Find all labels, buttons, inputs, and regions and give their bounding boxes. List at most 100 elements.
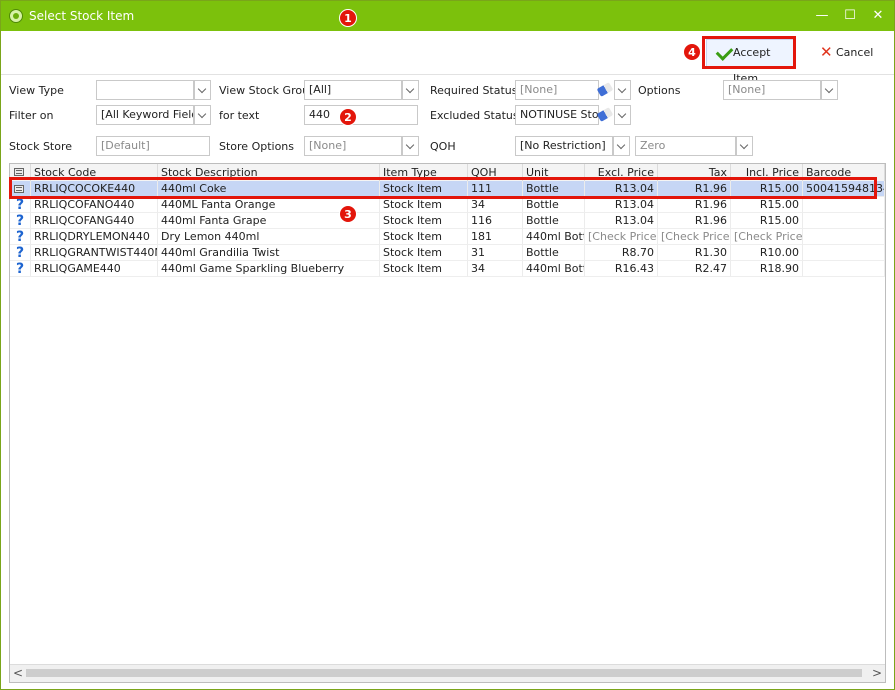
excluded-statuses-select[interactable]: NOTINUSE Stock bbox=[515, 105, 599, 125]
maximize-button[interactable]: ☐ bbox=[839, 7, 861, 25]
qoh-compare-dropdown-icon[interactable] bbox=[736, 136, 753, 156]
view-stock-group-select[interactable]: [All] bbox=[304, 80, 402, 100]
view-stock-group-dropdown-icon[interactable] bbox=[402, 80, 419, 100]
excl-price-cell: R13.04 bbox=[585, 213, 658, 229]
table-row[interactable]: ? RRLIQGRANTWIST440ML 440ml Grandilia Tw… bbox=[10, 245, 885, 261]
qoh-label: QOH bbox=[430, 140, 456, 153]
scroll-right-arrow-icon[interactable]: > bbox=[870, 667, 884, 679]
qoh-cell: 116 bbox=[468, 213, 523, 229]
stock-description-cell: 440ml Grandilia Twist bbox=[158, 245, 380, 261]
annotation-marker-4: 4 bbox=[683, 43, 701, 61]
title-bar[interactable]: Select Stock Item — ☐ ✕ bbox=[1, 1, 894, 31]
store-options-label: Store Options bbox=[219, 140, 295, 153]
required-statuses-select[interactable]: [None] bbox=[515, 80, 599, 100]
stock-store-label: Stock Store bbox=[9, 140, 73, 153]
stock-item-icon bbox=[14, 185, 24, 193]
column-header-excl-price[interactable]: Excl. Price bbox=[585, 164, 658, 181]
qoh-restriction-select[interactable]: [No Restriction] bbox=[515, 136, 613, 156]
row-icon-cell: ? bbox=[10, 245, 31, 261]
row-icon-cell: ? bbox=[10, 229, 31, 245]
filter-on-dropdown-icon[interactable] bbox=[194, 105, 211, 125]
column-header-item-type[interactable]: Item Type bbox=[380, 164, 468, 181]
view-type-label: View Type bbox=[9, 84, 64, 97]
table-row[interactable]: ? RRLIQCOFANO440 440ML Fanta Orange Stoc… bbox=[10, 197, 885, 213]
stock-description-cell: 440ml Game Sparkling Blueberry bbox=[158, 261, 380, 277]
row-icon-cell: ? bbox=[10, 213, 31, 229]
unit-cell: Bottle bbox=[523, 245, 585, 261]
stock-description-cell: 440ml Coke bbox=[158, 181, 380, 197]
qoh-restriction-dropdown-icon[interactable] bbox=[613, 136, 630, 156]
column-header-stock-description[interactable]: Stock Description bbox=[158, 164, 380, 181]
excluded-statuses-dropdown-icon[interactable] bbox=[614, 105, 631, 125]
minimize-button[interactable]: — bbox=[811, 7, 833, 25]
barcode-cell bbox=[803, 213, 885, 229]
column-header-tax[interactable]: Tax bbox=[658, 164, 731, 181]
column-header-unit[interactable]: Unit bbox=[523, 164, 585, 181]
unit-cell: 440ml Bottle bbox=[523, 229, 585, 245]
clear-excluded-statuses-icon[interactable] bbox=[596, 107, 614, 122]
check-icon bbox=[715, 43, 734, 61]
search-text-input[interactable]: 440 bbox=[304, 105, 418, 125]
table-row[interactable]: ? RRLIQCOFANG440 440ml Fanta Grape Stock… bbox=[10, 213, 885, 229]
app-logo-icon bbox=[9, 9, 23, 23]
incl-price-cell: R15.00 bbox=[731, 197, 803, 213]
item-type-cell: Stock Item bbox=[380, 213, 468, 229]
barcode-cell bbox=[803, 245, 885, 261]
qoh-compare-select[interactable]: Zero bbox=[635, 136, 736, 156]
question-icon: ? bbox=[15, 213, 25, 229]
qoh-cell: 181 bbox=[468, 229, 523, 245]
horizontal-scrollbar[interactable]: < > bbox=[10, 664, 885, 682]
view-type-select[interactable] bbox=[96, 80, 194, 100]
item-type-cell: Stock Item bbox=[380, 181, 468, 197]
stock-code-cell: RRLIQGAME440 bbox=[31, 261, 158, 277]
stock-store-input[interactable]: [Default] bbox=[96, 136, 210, 156]
store-options-dropdown-icon[interactable] bbox=[402, 136, 419, 156]
grid-header: Stock Code Stock Description Item Type Q… bbox=[10, 164, 885, 182]
filter-on-select[interactable]: [All Keyword Fields] bbox=[96, 105, 194, 125]
column-header-stock-code[interactable]: Stock Code bbox=[31, 164, 158, 181]
question-icon: ? bbox=[15, 197, 25, 213]
excl-price-cell: R16.43 bbox=[585, 261, 658, 277]
barcode-cell: 5004159481348 75 bbox=[803, 181, 885, 197]
question-icon: ? bbox=[15, 261, 25, 277]
question-icon: ? bbox=[15, 229, 25, 245]
item-type-cell: Stock Item bbox=[380, 197, 468, 213]
window-title: Select Stock Item bbox=[29, 9, 135, 23]
column-header-barcode[interactable]: Barcode bbox=[803, 164, 885, 181]
stock-code-cell: RRLIQCOFANG440 bbox=[31, 213, 158, 229]
required-statuses-dropdown-icon[interactable] bbox=[614, 80, 631, 100]
options-select[interactable]: [None] bbox=[723, 80, 821, 100]
incl-price-cell: R10.00 bbox=[731, 245, 803, 261]
excl-price-cell[interactable]: [Check Prices] bbox=[585, 229, 658, 245]
item-type-cell: Stock Item bbox=[380, 229, 468, 245]
barcode-cell bbox=[803, 229, 885, 245]
unit-cell: Bottle bbox=[523, 197, 585, 213]
scroll-left-arrow-icon[interactable]: < bbox=[11, 667, 25, 679]
incl-price-cell: R15.00 bbox=[731, 213, 803, 229]
store-options-select[interactable]: [None] bbox=[304, 136, 402, 156]
excl-price-cell: R13.04 bbox=[585, 181, 658, 197]
close-button[interactable]: ✕ bbox=[867, 7, 889, 25]
cancel-button[interactable]: ✕ Cancel bbox=[816, 39, 876, 67]
question-icon: ? bbox=[15, 245, 25, 261]
tax-cell: R1.30 bbox=[658, 245, 731, 261]
table-row[interactable]: ? RRLIQGAME440 440ml Game Sparkling Blue… bbox=[10, 261, 885, 277]
tax-cell: R2.47 bbox=[658, 261, 731, 277]
clear-required-statuses-icon[interactable] bbox=[596, 82, 614, 97]
for-text-label: for text bbox=[219, 109, 260, 122]
annotation-marker-3: 3 bbox=[339, 205, 357, 223]
options-dropdown-icon[interactable] bbox=[821, 80, 838, 100]
view-stock-group-label: View Stock Group bbox=[219, 84, 317, 97]
table-row-selected[interactable]: RRLIQCOCOKE440 440ml Coke Stock Item 111… bbox=[10, 181, 885, 197]
column-header-incl-price[interactable]: Incl. Price bbox=[731, 164, 803, 181]
tax-cell[interactable]: [Check Prices] bbox=[658, 229, 731, 245]
table-row[interactable]: ? RRLIQDRYLEMON440 Dry Lemon 440ml Stock… bbox=[10, 229, 885, 245]
column-header-qoh[interactable]: QOH bbox=[468, 164, 523, 181]
incl-price-cell[interactable]: [Check Prices] bbox=[731, 229, 803, 245]
stock-items-grid[interactable]: Stock Code Stock Description Item Type Q… bbox=[9, 163, 886, 683]
tax-cell: R1.96 bbox=[658, 181, 731, 197]
qoh-cell: 34 bbox=[468, 197, 523, 213]
view-type-dropdown-icon[interactable] bbox=[194, 80, 211, 100]
accept-item-button[interactable]: Accept Item bbox=[706, 39, 794, 85]
scrollbar-thumb[interactable] bbox=[26, 669, 862, 677]
